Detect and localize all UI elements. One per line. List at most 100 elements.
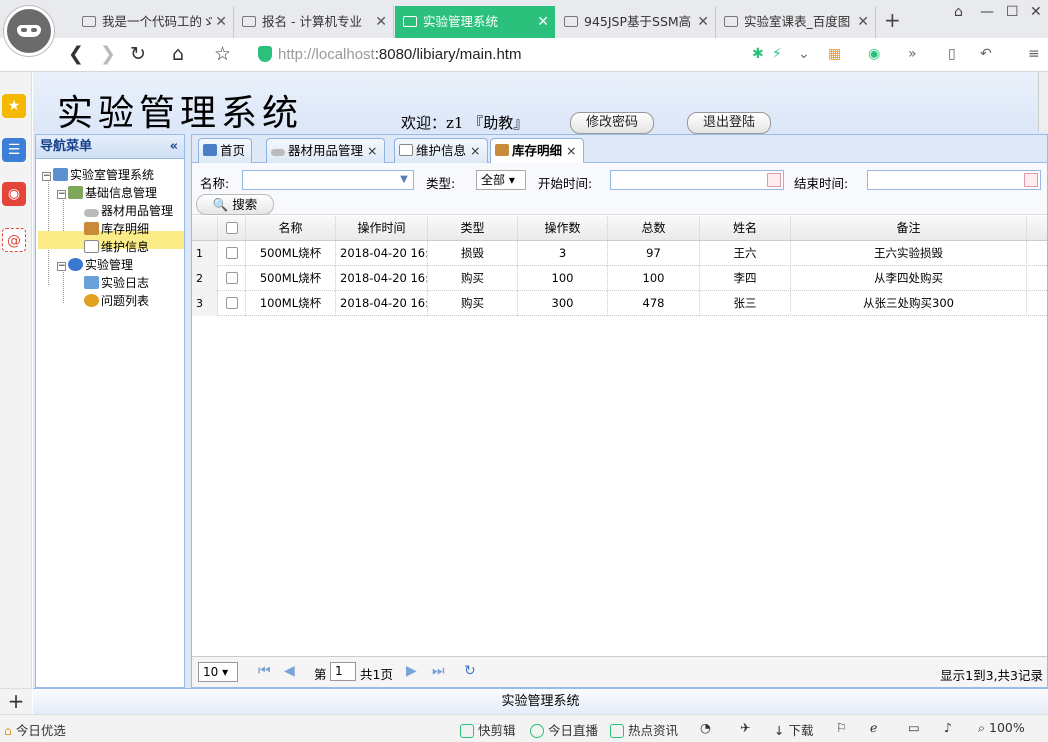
maximize-icon[interactable]: ☐ [1006, 4, 1019, 20]
url-input[interactable]: http://localhost:8080/libiary/main.htm [252, 43, 812, 67]
undo-icon[interactable]: ↶ [980, 46, 992, 62]
welcome-text: 欢迎：z1 『助教』 [401, 114, 529, 132]
back-icon[interactable]: ❮ [68, 43, 84, 65]
close-tab-icon[interactable]: × [367, 143, 377, 158]
table-row[interactable]: 1 500ML烧杯 2018-04-20 16:4 损毁 3 97 王六 王六实… [192, 241, 1047, 266]
column-header[interactable]: 操作时间 [336, 216, 428, 241]
close-tab-icon[interactable]: ✕ [697, 6, 709, 38]
hot-news[interactable]: 热点资讯 [610, 720, 678, 739]
speed-icon[interactable]: ◔ [700, 720, 711, 735]
browser-tab[interactable]: 945JSP基于SSM高 ✕ [556, 6, 716, 38]
column-header[interactable]: 姓名 [700, 216, 791, 241]
refresh-icon[interactable]: ↻ [130, 43, 146, 65]
end-time-input[interactable] [867, 170, 1041, 190]
search-button[interactable]: 🔍 搜索 [196, 194, 274, 215]
lightning-icon[interactable]: ⚡ [772, 46, 782, 62]
menu-icon[interactable]: ≡ [1028, 46, 1040, 62]
tab-home[interactable]: 首页 [198, 138, 253, 163]
column-header[interactable]: 总数 [608, 216, 700, 241]
close-tab-icon[interactable]: ✕ [375, 6, 387, 38]
ie-icon[interactable]: ℯ [870, 720, 877, 735]
column-header[interactable]: 备注 [791, 216, 1027, 241]
tree-node-root[interactable]: − 实验室管理系统 [42, 166, 154, 184]
new-tab-icon[interactable]: + [884, 8, 901, 32]
zoom-control[interactable]: ⌕ 100% [978, 720, 1025, 736]
close-tab-icon[interactable]: ✕ [537, 6, 549, 38]
reading-list-icon[interactable]: ☰ [2, 138, 26, 162]
tree-node-maintenance[interactable]: 维护信息 [84, 238, 149, 256]
more-icon[interactable]: » [908, 46, 917, 62]
minimize-icon[interactable]: — [980, 4, 994, 20]
close-tab-icon[interactable]: ✕ [857, 6, 869, 38]
close-window-icon[interactable]: ✕ [1030, 4, 1042, 20]
browser-tab[interactable]: 我是一个代码工的ゞ ✕ [74, 6, 234, 38]
collapse-toggle-icon[interactable]: − [57, 262, 66, 271]
tree-node-log[interactable]: 实验日志 [84, 274, 149, 292]
pin-icon[interactable]: ✈ [740, 720, 750, 735]
page-number-input[interactable]: 1 [330, 662, 356, 681]
prev-page-icon[interactable]: ◀ [284, 663, 295, 679]
today-picks[interactable]: ⌂ 今日优选 [4, 720, 66, 739]
add-sidebar-icon[interactable]: + [0, 688, 32, 714]
column-header[interactable]: 类型 [428, 216, 518, 241]
next-page-icon[interactable]: ▶ [406, 663, 417, 679]
tree-node-equipment[interactable]: 器材用品管理 [84, 202, 173, 220]
tree-node-lab[interactable]: − 实验管理 [57, 256, 133, 274]
flag-icon[interactable]: ⚐ [836, 720, 847, 735]
apps-icon[interactable]: ▦ [828, 46, 841, 62]
logout-button[interactable]: 退出登陆 [687, 112, 771, 134]
last-page-icon[interactable]: ⏭ [432, 663, 445, 679]
tree-node-inventory[interactable]: 库存明细 [84, 220, 149, 238]
mail-icon[interactable]: @ [2, 228, 26, 252]
favorites-star-icon[interactable]: ★ [2, 94, 26, 118]
refresh-icon[interactable]: ↻ [464, 663, 476, 679]
change-password-button[interactable]: 修改密码 [570, 112, 654, 134]
quick-clip[interactable]: 快剪辑 [460, 720, 516, 739]
user-avatar-icon[interactable] [4, 6, 54, 56]
tab-maintenance[interactable]: 维护信息 × [394, 138, 488, 163]
window-icon[interactable]: ▭ [908, 720, 920, 735]
start-time-input[interactable] [610, 170, 784, 190]
browser-tab[interactable]: 报名 - 计算机专业 ✕ [234, 6, 394, 38]
tab-inventory[interactable]: 库存明细 × [490, 138, 584, 164]
speed-icon[interactable]: ✱ [752, 46, 764, 62]
chevron-down-icon[interactable]: ▼ [395, 171, 413, 189]
device-icon[interactable]: ▯ [948, 46, 956, 62]
close-tab-icon[interactable]: ✕ [215, 6, 227, 38]
live-stream[interactable]: 今日直播 [530, 720, 598, 739]
collapse-left-icon[interactable]: « [170, 135, 178, 159]
calendar-icon[interactable] [1024, 173, 1038, 187]
tab-equipment[interactable]: 器材用品管理 × [266, 138, 385, 163]
bookmark-star-icon[interactable]: ☆ [214, 43, 231, 65]
page-size-select[interactable]: 10 ▾ [198, 662, 238, 682]
chevron-down-icon[interactable]: ⌄ [798, 46, 810, 62]
close-tab-icon[interactable]: × [470, 143, 480, 158]
forward-icon[interactable]: ❯ [100, 43, 116, 65]
home-icon[interactable]: ⌂ [172, 43, 184, 65]
browser-tab-active[interactable]: 实验管理系统 ✕ [395, 6, 555, 38]
table-row[interactable]: 3 100ML烧杯 2018-04-20 16:2 购买 300 478 张三 … [192, 291, 1047, 316]
weibo-icon[interactable]: ◉ [2, 182, 26, 206]
tree-node-basic-info[interactable]: − 基础信息管理 [57, 184, 157, 202]
select-all-checkbox[interactable] [218, 216, 246, 241]
calendar-icon[interactable] [767, 173, 781, 187]
close-tab-icon[interactable]: × [566, 143, 576, 158]
type-filter-select[interactable]: 全部 ▾ [476, 170, 526, 190]
collapse-toggle-icon[interactable]: − [57, 190, 66, 199]
row-checkbox[interactable] [218, 291, 246, 316]
collapse-toggle-icon[interactable]: − [42, 172, 51, 181]
row-checkbox[interactable] [218, 241, 246, 266]
table-row[interactable]: 2 500ML烧杯 2018-04-20 16:3 购买 100 100 李四 … [192, 266, 1047, 291]
name-filter-combobox[interactable]: ▼ [242, 170, 414, 190]
browser-tab[interactable]: 实验室课表_百度图 ✕ [716, 6, 876, 38]
row-checkbox[interactable] [218, 266, 246, 291]
wallet-icon[interactable]: ◉ [868, 46, 880, 62]
scrollbar[interactable] [1038, 72, 1048, 132]
tree-node-issues[interactable]: 问题列表 [84, 292, 149, 310]
first-page-icon[interactable]: ⏮ [258, 663, 271, 679]
column-header[interactable]: 名称 [246, 216, 336, 241]
download[interactable]: ↓ 下载 [774, 720, 813, 739]
column-header[interactable]: 操作数 [518, 216, 608, 241]
sound-icon[interactable]: ♪ [944, 720, 952, 735]
skin-icon[interactable]: ⌂ [954, 4, 963, 20]
